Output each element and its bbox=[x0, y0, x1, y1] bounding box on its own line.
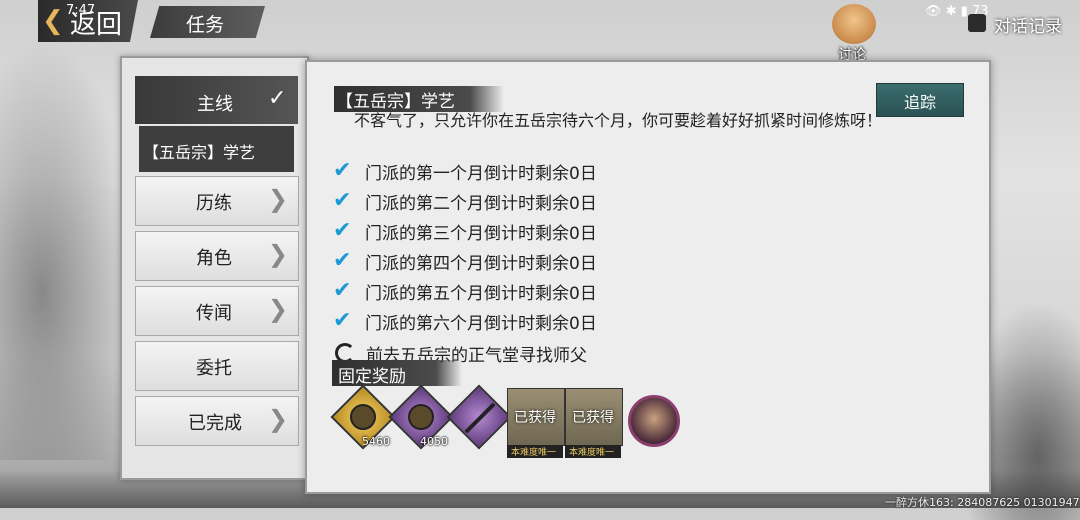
dog-avatar-icon bbox=[832, 4, 876, 44]
unique-tag-text: 本难度唯一 bbox=[511, 448, 557, 458]
unique-tag: 本难度唯一 bbox=[507, 445, 563, 458]
reward-quantity: 4050 bbox=[420, 435, 448, 448]
chevron-right-icon: ❯ bbox=[267, 240, 288, 268]
quest-description: 不客气了，只允许你在五岳宗待六个月，你可要趁着好好抓紧时间修炼呀！ bbox=[354, 111, 883, 130]
reward-quantity: 5460 bbox=[362, 435, 390, 448]
objective-text: 门派的第二个月倒计时剩余0日 bbox=[365, 194, 597, 214]
obtained-label: 已获得 bbox=[572, 410, 614, 426]
chevron-right-icon: ❯ bbox=[267, 295, 288, 323]
character-portrait-reward[interactable] bbox=[628, 395, 680, 447]
status-clock: 7:47 bbox=[66, 3, 96, 18]
reward-item-sword[interactable] bbox=[446, 384, 512, 450]
track-button-label: 追踪 bbox=[904, 93, 937, 112]
category-label: 委托 bbox=[196, 358, 232, 379]
background-ink-wash-left bbox=[0, 40, 140, 460]
chevron-right-icon: ❯ bbox=[267, 185, 288, 213]
objective-text: 门派的第三个月倒计时剩余0日 bbox=[365, 224, 597, 244]
log-icon bbox=[968, 14, 986, 32]
category-tab-training[interactable]: 历练 ❯ bbox=[135, 176, 299, 226]
reward-item-obtained[interactable]: 已获得 bbox=[565, 388, 623, 446]
quest-list-item-label: 【五岳宗】学艺 bbox=[143, 143, 256, 162]
back-arrow-icon: ❮ bbox=[42, 6, 64, 36]
obtained-label: 已获得 bbox=[514, 410, 556, 426]
category-label: 历练 bbox=[196, 193, 232, 214]
category-label: 角色 bbox=[196, 248, 232, 269]
checkmark-icon: ✔ bbox=[333, 188, 352, 213]
category-main-label: 主线 bbox=[197, 94, 233, 115]
objective-text: 门派的第五个月倒计时剩余0日 bbox=[365, 284, 597, 304]
unique-tag: 本难度唯一 bbox=[565, 445, 621, 458]
checkmark-icon: ✔ bbox=[333, 308, 352, 333]
reward-item-purple[interactable]: 4050 bbox=[388, 384, 454, 450]
chevron-down-icon: ✓ bbox=[268, 86, 287, 111]
reward-title: 固定奖励 bbox=[338, 367, 406, 387]
quest-title: 【五岳宗】学艺 bbox=[336, 92, 455, 112]
gold-coin-icon bbox=[350, 404, 376, 430]
purple-coin-icon bbox=[408, 404, 434, 430]
objective-text: 门派的第一个月倒计时剩余0日 bbox=[365, 164, 597, 184]
dialog-log-button[interactable]: 对话记录 bbox=[968, 10, 1068, 37]
checkmark-icon: ✔ bbox=[333, 278, 352, 303]
category-tab-completed[interactable]: 已完成 ❯ bbox=[135, 396, 299, 446]
page-title: 任务 bbox=[186, 14, 225, 36]
checkmark-icon: ✔ bbox=[333, 248, 352, 273]
objective-text: 门派的第四个月倒计时剩余0日 bbox=[365, 254, 597, 274]
unique-tag-text: 本难度唯一 bbox=[569, 448, 615, 458]
category-label: 传闻 bbox=[196, 303, 232, 324]
chevron-right-icon: ❯ bbox=[267, 405, 288, 433]
objective-text: 门派的第六个月倒计时剩余0日 bbox=[365, 314, 597, 334]
category-tab-rumor[interactable]: 传闻 ❯ bbox=[135, 286, 299, 336]
reward-item-obtained[interactable]: 已获得 bbox=[507, 388, 565, 446]
discuss-button[interactable]: 讨论 bbox=[826, 4, 882, 63]
category-label: 已完成 bbox=[188, 413, 242, 434]
category-tab-character[interactable]: 角色 ❯ bbox=[135, 231, 299, 281]
reward-item-gold[interactable]: 5460 bbox=[330, 384, 396, 450]
checkmark-icon: ✔ bbox=[333, 218, 352, 243]
dialog-log-label: 对话记录 bbox=[994, 17, 1062, 37]
category-tab-commission[interactable]: 委托 bbox=[135, 341, 299, 391]
checkmark-icon: ✔ bbox=[333, 158, 352, 183]
